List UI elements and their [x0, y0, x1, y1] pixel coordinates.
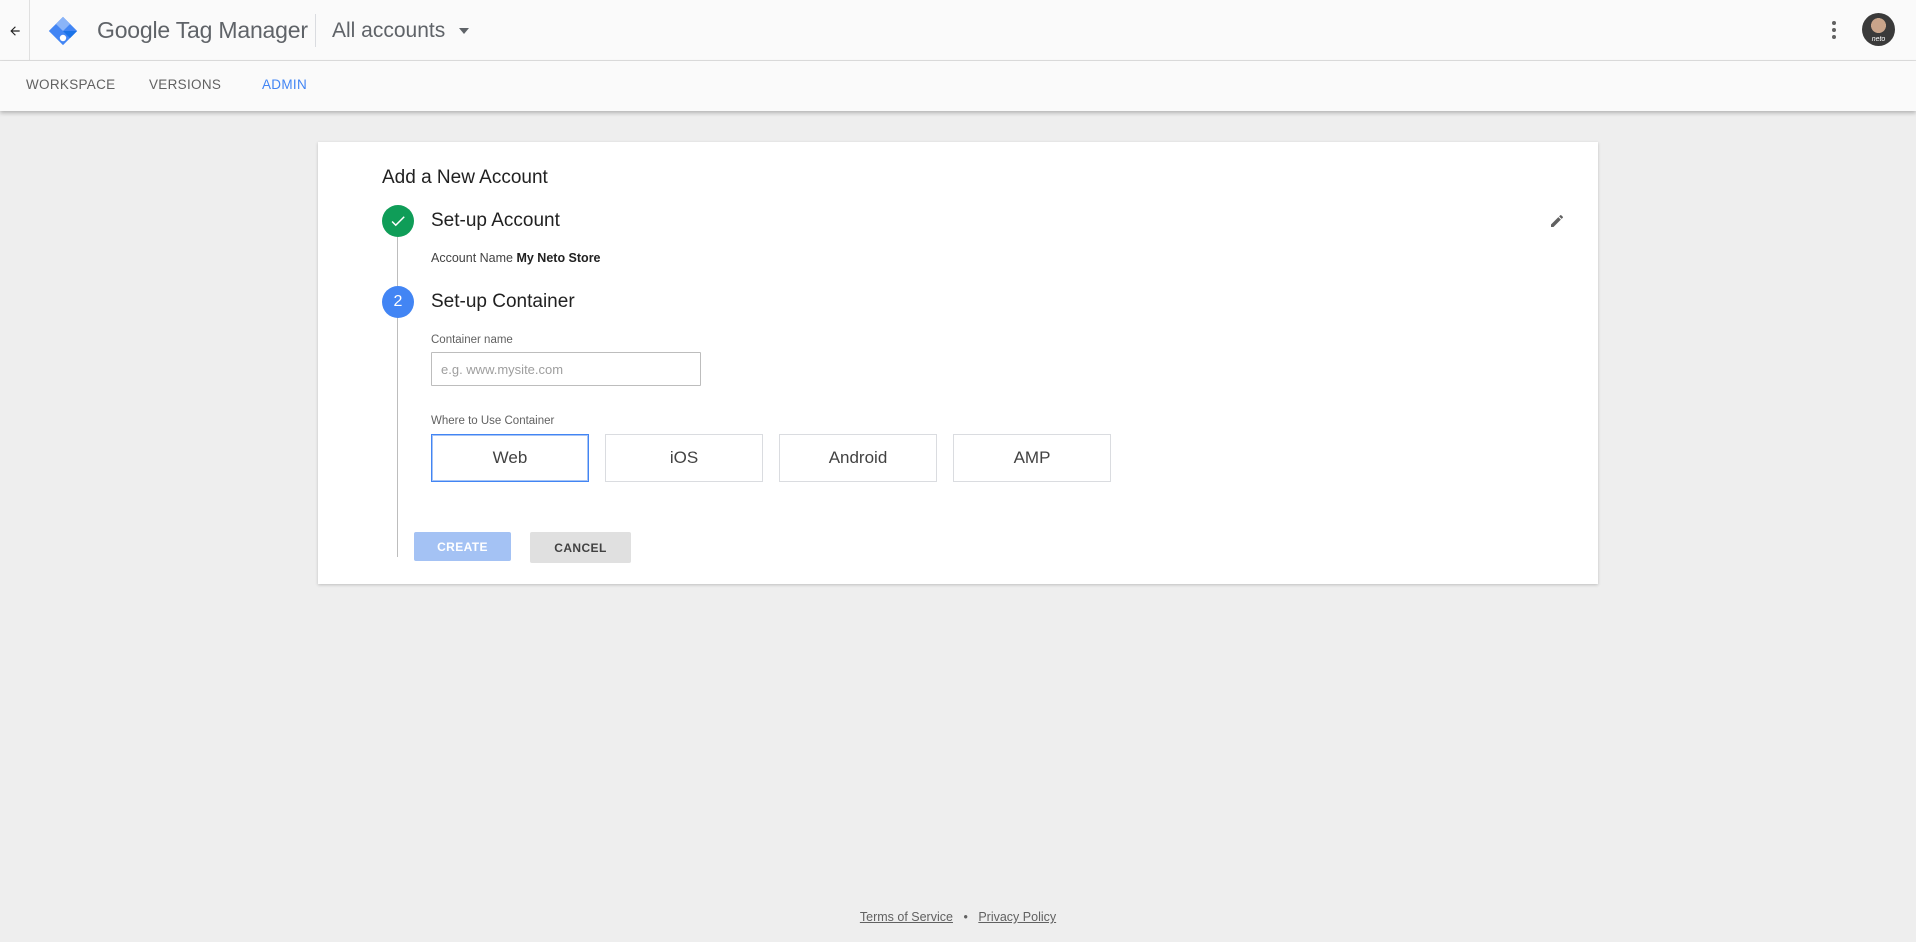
- stepper-line: [397, 237, 398, 557]
- step-setup-account-title: Set-up Account: [431, 210, 560, 231]
- privacy-policy-link[interactable]: Privacy Policy: [978, 910, 1056, 924]
- kebab-dot: [1832, 28, 1836, 32]
- tab-workspace[interactable]: WORKSPACE: [26, 77, 115, 92]
- user-avatar[interactable]: neto: [1862, 13, 1895, 46]
- account-switcher-label: All accounts: [332, 19, 446, 42]
- app-header: Google Tag Manager All accounts neto: [0, 0, 1916, 61]
- footer-separator: •: [963, 910, 968, 924]
- account-name-label: Account Name: [431, 251, 513, 265]
- check-icon: [391, 216, 405, 227]
- page-title: Add a New Account: [382, 167, 548, 188]
- edit-pencil-icon[interactable]: [1549, 213, 1565, 229]
- header-divider: [315, 14, 316, 47]
- step-number-badge: 2: [382, 286, 414, 318]
- container-name-input[interactable]: [431, 352, 701, 386]
- terms-of-service-link[interactable]: Terms of Service: [860, 910, 953, 924]
- where-to-use-label: Where to Use Container: [431, 415, 555, 427]
- tab-versions[interactable]: VERSIONS: [149, 77, 221, 92]
- arrow-left-icon: [9, 25, 20, 36]
- tag-manager-diamond-icon: [48, 16, 78, 46]
- account-name-summary: Account Name My Neto Store: [431, 251, 601, 265]
- new-account-card: Add a New Account Set-up Account Account…: [318, 142, 1598, 584]
- container-type-web[interactable]: Web: [431, 434, 589, 482]
- kebab-dot: [1832, 35, 1836, 39]
- container-type-ios[interactable]: iOS: [605, 434, 763, 482]
- container-type-android[interactable]: Android: [779, 434, 937, 482]
- step-setup-container-title: Set-up Container: [431, 291, 575, 312]
- container-type-amp[interactable]: AMP: [953, 434, 1111, 482]
- more-vert-icon[interactable]: [1826, 18, 1842, 42]
- kebab-dot: [1832, 21, 1836, 25]
- product-name-rest: Tag Manager: [169, 17, 308, 43]
- nav-bar: WORKSPACE VERSIONS ADMIN: [0, 61, 1916, 111]
- account-switcher[interactable]: All accounts: [332, 18, 470, 44]
- dropdown-caret-icon: [459, 28, 470, 34]
- create-button[interactable]: CREATE: [414, 532, 511, 561]
- container-name-label: Container name: [431, 334, 513, 346]
- back-button[interactable]: [0, 0, 30, 61]
- avatar-label: neto: [1871, 36, 1886, 43]
- footer: Terms of Service • Privacy Policy: [0, 910, 1916, 924]
- cancel-button[interactable]: CANCEL: [530, 532, 631, 563]
- account-name-value: My Neto Store: [516, 251, 601, 265]
- tab-admin[interactable]: ADMIN: [262, 77, 307, 92]
- product-name-google: Google: [97, 17, 170, 43]
- product-name[interactable]: Google Tag Manager: [97, 17, 308, 44]
- step-complete-badge: [382, 205, 414, 237]
